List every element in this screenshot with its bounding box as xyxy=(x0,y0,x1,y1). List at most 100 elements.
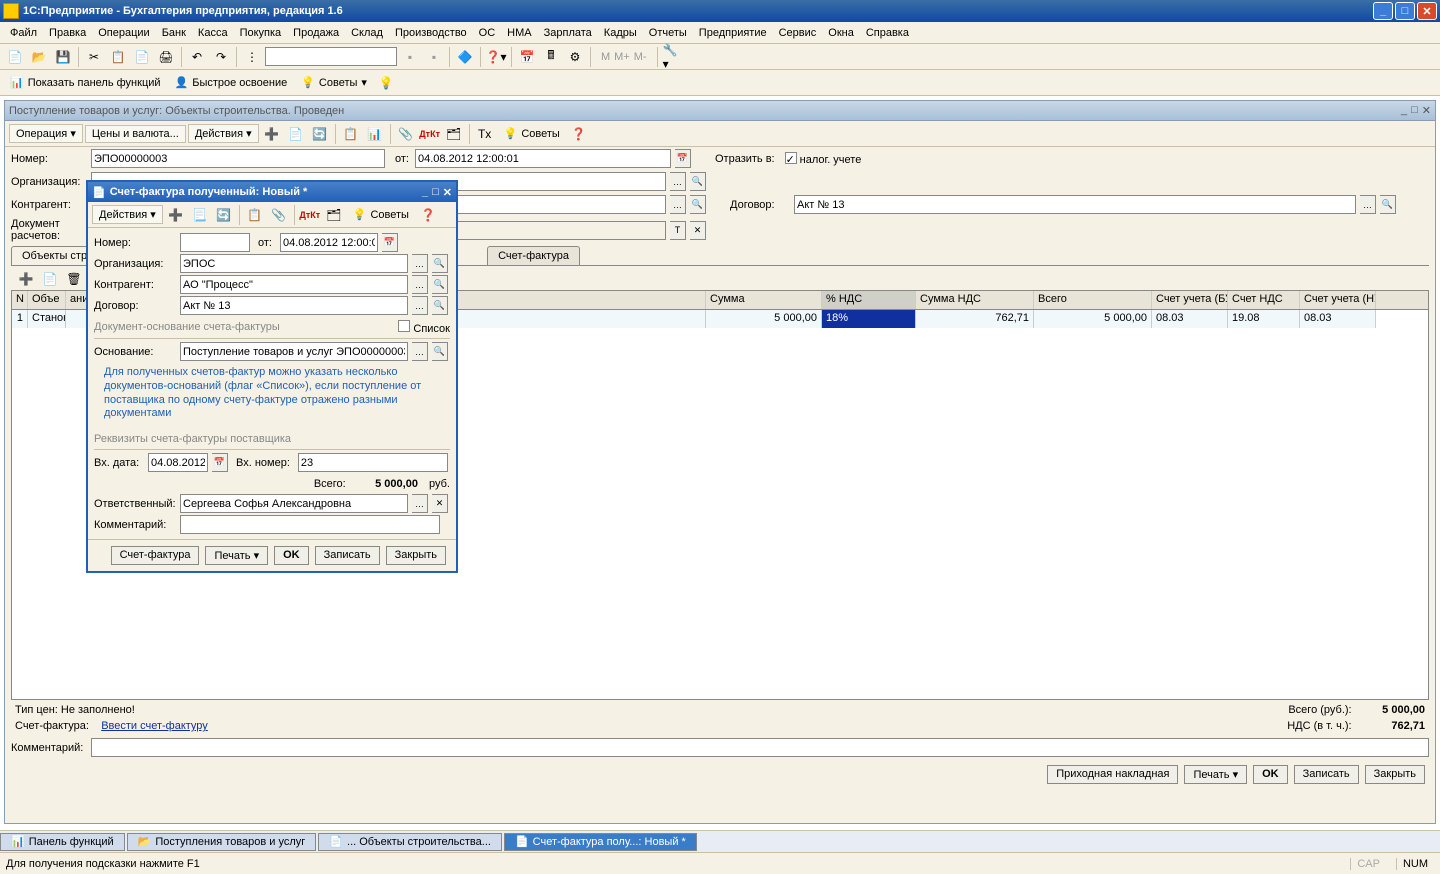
calendar-icon[interactable]: 📅 xyxy=(516,46,538,68)
quick-learn-button[interactable]: 👤 Быстрое освоение xyxy=(169,74,294,91)
menu-reports[interactable]: Отчеты xyxy=(643,25,693,41)
cut-icon[interactable]: ✂ xyxy=(83,46,105,68)
nav1-icon[interactable]: ▪ xyxy=(399,46,421,68)
menu-nma[interactable]: НМА xyxy=(501,25,537,41)
menu-windows[interactable]: Окна xyxy=(822,25,860,41)
close-button[interactable]: Закрыть xyxy=(1365,765,1425,784)
lamp-icon[interactable]: 💡 xyxy=(375,72,397,94)
basis-input[interactable] xyxy=(180,342,408,361)
doc-help-icon[interactable]: ❓ xyxy=(568,123,590,145)
inv-date-picker-icon[interactable]: 📅 xyxy=(382,233,398,252)
docresch-t[interactable]: T xyxy=(670,221,686,240)
task-doc2[interactable]: 📄 ... Объекты строительства... xyxy=(318,833,502,851)
contract-input[interactable] xyxy=(794,195,1356,214)
inv-refresh-icon[interactable]: 🔄 xyxy=(213,204,235,226)
inv-contr-input[interactable] xyxy=(180,275,408,294)
print-icon[interactable]: 🖨 xyxy=(155,46,177,68)
menu-sell[interactable]: Продажа xyxy=(287,25,345,41)
inv-actions-button[interactable]: Действия ▾ xyxy=(92,205,163,224)
tx-icon[interactable]: Tx xyxy=(474,123,496,145)
inv-close[interactable]: ✕ xyxy=(443,186,452,199)
inv-struct-icon[interactable]: 🗂 xyxy=(323,204,345,226)
menu-hr[interactable]: Кадры xyxy=(598,25,643,41)
date-picker-icon[interactable]: 📅 xyxy=(675,149,691,168)
org-ellipsis[interactable]: … xyxy=(670,172,686,191)
show-panel-button[interactable]: 📊 Показать панель функций xyxy=(4,74,167,91)
invoice-header[interactable]: 📄 Счет-фактура полученный: Новый * _ □ ✕ xyxy=(88,182,456,202)
row-copy-icon[interactable]: 📄 xyxy=(39,268,61,290)
org-search-icon[interactable]: 🔍 xyxy=(690,172,706,191)
doc-comment-input[interactable] xyxy=(91,738,1429,757)
doc-close[interactable]: ✕ xyxy=(1422,104,1431,117)
paste-icon[interactable]: 📄 xyxy=(131,46,153,68)
zoom-mp[interactable]: M+ xyxy=(614,51,630,63)
inv-org-ellipsis[interactable]: … xyxy=(412,254,428,273)
inv-invoice-button[interactable]: Счет-фактура xyxy=(111,546,200,565)
basis-search-icon[interactable]: 🔍 xyxy=(432,342,448,361)
doc-copy-icon[interactable]: 📋 xyxy=(340,123,362,145)
inv-print-button[interactable]: Печать ▾ xyxy=(205,546,268,565)
obj-icon[interactable]: 🔷 xyxy=(454,46,476,68)
doc-maximize[interactable]: □ xyxy=(1411,104,1418,117)
inv-minimize[interactable]: _ xyxy=(422,186,428,199)
menu-bank[interactable]: Банк xyxy=(156,25,192,41)
copy-icon[interactable]: 📋 xyxy=(107,46,129,68)
add-icon[interactable]: ➕ xyxy=(261,123,283,145)
menu-file[interactable]: Файл xyxy=(4,25,43,41)
nav2-icon[interactable]: ▪ xyxy=(423,46,445,68)
tab-invoice[interactable]: Счет-фактура xyxy=(487,246,580,265)
open-icon[interactable]: 📂 xyxy=(28,46,50,68)
doc-minimize[interactable]: _ xyxy=(1401,104,1407,117)
tools-icon[interactable]: ⚙ xyxy=(564,46,586,68)
save-button[interactable]: Записать xyxy=(1294,765,1359,784)
zoom-mm[interactable]: M- xyxy=(634,51,647,63)
inv-comment-input[interactable] xyxy=(180,515,440,534)
invoice-link[interactable]: Ввести счет-фактуру xyxy=(101,720,208,732)
inv-close-button[interactable]: Закрыть xyxy=(386,546,446,565)
vhdate-input[interactable] xyxy=(148,453,208,472)
resp-ellipsis[interactable]: … xyxy=(412,494,428,513)
redo-icon[interactable]: ↷ xyxy=(210,46,232,68)
menu-edit[interactable]: Правка xyxy=(43,25,92,41)
calc2-icon[interactable]: 🖩 xyxy=(540,46,562,68)
doc-icon[interactable]: 📄 xyxy=(285,123,307,145)
zoom-m[interactable]: M xyxy=(601,51,610,63)
inv-date-input[interactable] xyxy=(280,233,378,252)
actions-button[interactable]: Действия ▾ xyxy=(188,124,259,143)
inv-org-input[interactable] xyxy=(180,254,408,273)
operation-button[interactable]: Операция ▾ xyxy=(9,124,83,143)
inv-help-icon[interactable]: ❓ xyxy=(417,204,439,226)
menu-os[interactable]: ОС xyxy=(473,25,502,41)
task-doc3[interactable]: 📄 Счет-фактура полу...: Новый * xyxy=(504,833,697,851)
posting-icon[interactable]: 📎 xyxy=(395,123,417,145)
inv-copy-icon[interactable]: 📋 xyxy=(244,204,266,226)
contr-ellipsis[interactable]: … xyxy=(670,195,686,214)
window-minimize[interactable]: _ xyxy=(1373,2,1393,20)
row-add-icon[interactable]: ➕ xyxy=(15,268,37,290)
resp-input[interactable] xyxy=(180,494,408,513)
help-dropdown-icon[interactable]: ❓▾ xyxy=(485,46,507,68)
inv-org-search-icon[interactable]: 🔍 xyxy=(432,254,448,273)
inv-ok-button[interactable]: OK xyxy=(274,546,309,565)
calc-icon[interactable]: ⋮ xyxy=(241,46,263,68)
tips-button[interactable]: 💡 Советы ▾ xyxy=(295,74,373,91)
inv-dt-icon[interactable]: ДтКт xyxy=(299,204,321,226)
contract-ellipsis[interactable]: … xyxy=(1360,195,1376,214)
inv-posting-icon[interactable]: 📎 xyxy=(268,204,290,226)
doc-tips-button[interactable]: 💡 Советы xyxy=(498,125,566,142)
window-maximize[interactable]: □ xyxy=(1395,2,1415,20)
inv-tips-button[interactable]: 💡 Советы xyxy=(347,206,415,223)
docresch-x[interactable]: ✕ xyxy=(690,221,706,240)
save-icon[interactable]: 💾 xyxy=(52,46,74,68)
menu-ops[interactable]: Операции xyxy=(92,25,155,41)
inv-save-button[interactable]: Записать xyxy=(315,546,380,565)
waybill-button[interactable]: Приходная накладная xyxy=(1047,765,1178,784)
menu-service[interactable]: Сервис xyxy=(773,25,823,41)
inv-number-input[interactable] xyxy=(180,233,250,252)
resp-clear[interactable]: ✕ xyxy=(432,494,448,513)
print-button[interactable]: Печать ▾ xyxy=(1184,765,1247,784)
inv-dog-search-icon[interactable]: 🔍 xyxy=(432,296,448,315)
menu-help[interactable]: Справка xyxy=(860,25,915,41)
ok-button[interactable]: OK xyxy=(1253,765,1288,784)
vat-cell-selected[interactable]: 18% xyxy=(822,310,916,328)
